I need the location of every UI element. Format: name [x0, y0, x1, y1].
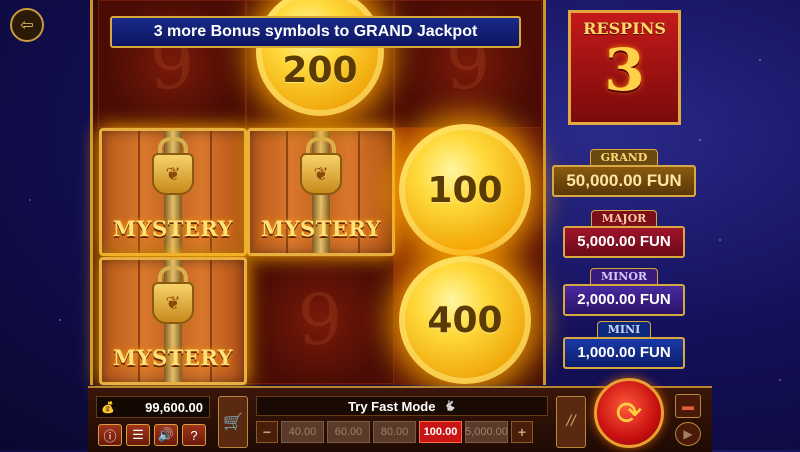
- respins-counter: RESPINS 3: [568, 10, 681, 125]
- bet-increase-button[interactable]: +: [511, 421, 533, 443]
- mystery-chest: ❦ MYSTERY: [99, 128, 247, 256]
- exit-button[interactable]: ⇦: [10, 8, 44, 42]
- balance-display: 💰 99,600.00: [96, 396, 210, 418]
- rabbit-icon: 🐇: [443, 400, 456, 412]
- empty-cell: 9: [246, 256, 394, 384]
- autoplay-button[interactable]: ▬: [675, 394, 701, 418]
- menu-icon: ☰: [132, 427, 144, 442]
- jackpot-value: 1,000.00 FUN: [563, 337, 685, 369]
- jackpot-value: 2,000.00 FUN: [563, 284, 685, 316]
- jackpot-tag: MINI: [596, 321, 652, 337]
- autoplay-icon: ▬: [682, 399, 694, 413]
- jackpot-minor: MINOR 2,000.00 FUN: [563, 268, 685, 316]
- menu-button[interactable]: ☰: [126, 424, 150, 446]
- mystery-chest: ❦ MYSTERY: [99, 257, 247, 385]
- bet-option[interactable]: 5,000.00: [465, 421, 508, 443]
- coin-value: 100: [427, 169, 503, 211]
- turbo-icon: //: [566, 413, 576, 430]
- sound-icon: 🔊: [157, 427, 175, 442]
- fast-mode-toggle[interactable]: Try Fast Mode 🐇: [256, 396, 548, 416]
- balance-amount: 99,600.00: [145, 399, 203, 415]
- bet-decrease-button[interactable]: −: [256, 421, 278, 443]
- jackpot-tag: GRAND: [589, 149, 659, 165]
- respins-count: 3: [604, 36, 645, 104]
- jackpot-mini: MINI 1,000.00 FUN: [563, 321, 685, 369]
- jackpot-value: 50,000.00 FUN: [552, 165, 696, 197]
- mystery-label: MYSTERY: [112, 216, 234, 241]
- jackpot-progress-banner: 3 more Bonus symbols to GRAND Jackpot: [110, 16, 521, 48]
- coin-value: 400: [427, 299, 503, 341]
- buy-feature-button[interactable]: 🛒: [218, 396, 248, 448]
- bet-selector: − 40.00 60.00 80.00 100.00 5,000.00 +: [256, 420, 546, 444]
- spin-button[interactable]: ⟳: [594, 378, 664, 448]
- exit-icon: ⇦: [20, 17, 34, 34]
- padlock-icon: ❦: [152, 282, 194, 324]
- mystery-label: MYSTERY: [260, 216, 382, 241]
- help-button[interactable]: ?: [182, 424, 206, 446]
- bonus-coin: 400: [399, 256, 531, 384]
- help-icon: ?: [190, 427, 198, 443]
- cart-icon: 🛒: [223, 414, 243, 431]
- bet-option[interactable]: 60.00: [327, 421, 370, 443]
- spin-icon: ⟳: [615, 395, 643, 431]
- info-icon: ⓘ: [103, 428, 117, 444]
- bonus-coin: 100: [399, 124, 531, 256]
- mystery-label: MYSTERY: [112, 345, 234, 370]
- money-bag-icon: 💰: [101, 401, 115, 414]
- sound-button[interactable]: 🔊: [154, 424, 178, 446]
- reel-area: 9 9 9 9 ❦ MYSTERY ❦ MYSTERY ❦ MYSTERY 20…: [90, 0, 546, 385]
- padlock-icon: ❦: [300, 153, 342, 195]
- play-button[interactable]: ▶: [675, 422, 701, 446]
- jackpot-tag: MAJOR: [590, 210, 658, 226]
- bet-option-selected[interactable]: 100.00: [419, 421, 462, 443]
- jackpot-major: MAJOR 5,000.00 FUN: [557, 210, 691, 258]
- play-icon: ▶: [683, 427, 693, 441]
- info-button[interactable]: ⓘ: [98, 424, 122, 446]
- turbo-button[interactable]: //: [556, 396, 586, 448]
- jackpot-grand: GRAND 50,000.00 FUN: [549, 149, 699, 197]
- jackpot-tag: MINOR: [589, 268, 659, 284]
- coin-value: 200: [282, 49, 358, 91]
- mystery-chest: ❦ MYSTERY: [247, 128, 395, 256]
- jackpot-value: 5,000.00 FUN: [563, 226, 685, 258]
- fast-mode-label: Try Fast Mode: [348, 398, 436, 414]
- bet-option[interactable]: 80.00: [373, 421, 416, 443]
- bet-option[interactable]: 40.00: [281, 421, 324, 443]
- padlock-icon: ❦: [152, 153, 194, 195]
